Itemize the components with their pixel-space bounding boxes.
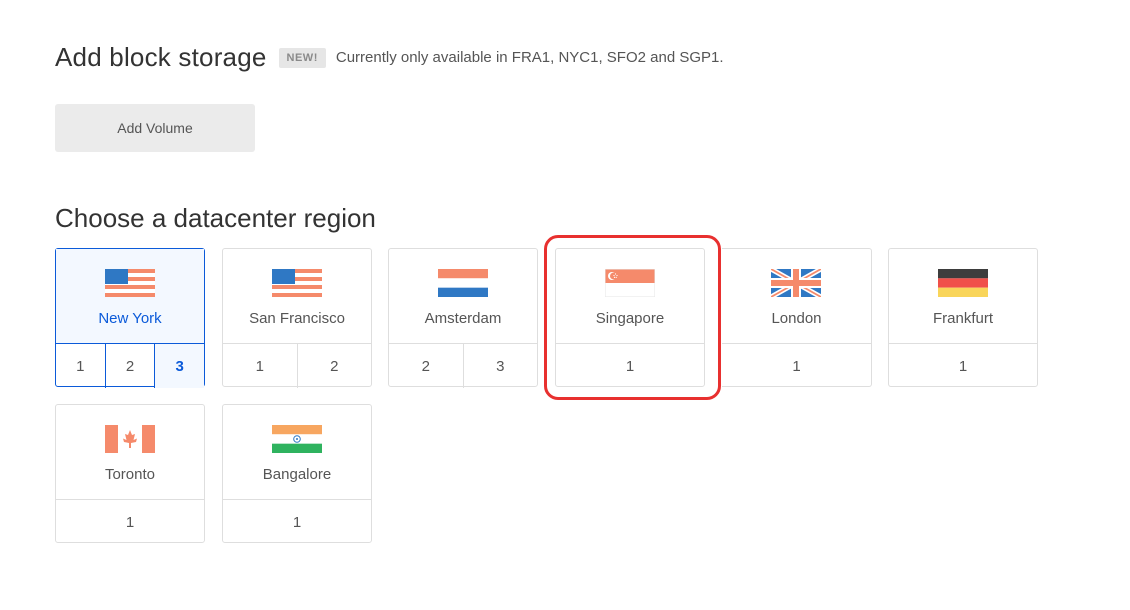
region-title: Choose a datacenter region (55, 203, 376, 233)
block-storage-title: Add block storage (55, 42, 267, 72)
datacenter-option[interactable]: 2 (389, 344, 463, 388)
region-card-top[interactable]: Amsterdam (389, 249, 537, 344)
region-card-top[interactable]: Toronto (56, 405, 204, 500)
new-badge: NEW! (278, 47, 326, 68)
datacenter-numbers: 1 (556, 344, 704, 388)
datacenter-option[interactable]: 1 (56, 500, 204, 544)
region-name: Singapore (595, 310, 665, 327)
region-card-top[interactable]: Bangalore (223, 405, 371, 500)
region-card-toronto[interactable]: Toronto 1 (55, 404, 205, 543)
datacenter-option[interactable]: 3 (462, 344, 538, 388)
netherlands-flag-icon (438, 269, 488, 297)
datacenter-option[interactable]: 1 (556, 344, 704, 388)
datacenter-numbers: 1 2 3 (56, 344, 205, 388)
datacenter-option[interactable]: 1 (56, 344, 105, 388)
region-card-top[interactable]: San Francisco (223, 249, 371, 344)
datacenter-option-selected[interactable]: 3 (154, 344, 205, 388)
region-card-bangalore[interactable]: Bangalore 1 (222, 404, 372, 543)
india-flag-icon (272, 425, 322, 453)
region-card-top[interactable]: New York (56, 249, 204, 344)
block-storage-header: Add block storage NEW! Currently only av… (55, 42, 724, 73)
region-name: San Francisco (249, 310, 345, 327)
region-name: Bangalore (262, 466, 332, 483)
canada-flag-icon (105, 425, 155, 453)
region-name: Amsterdam (424, 310, 502, 327)
region-card-top[interactable]: Frankfurt (889, 249, 1037, 344)
region-name: Toronto (104, 466, 156, 483)
region-card-san-francisco[interactable]: San Francisco 1 2 (222, 248, 372, 388)
region-card-new-york[interactable]: New York 1 2 3 (55, 248, 205, 388)
region-card-singapore[interactable]: Singapore 1 (555, 248, 705, 387)
region-name: New York (98, 310, 162, 327)
datacenter-option[interactable]: 1 (223, 344, 297, 388)
datacenter-numbers: 1 (889, 344, 1037, 388)
us-flag-icon (105, 269, 155, 297)
datacenter-numbers: 1 (722, 344, 871, 388)
datacenter-option[interactable]: 2 (104, 344, 155, 388)
region-card-top[interactable]: Singapore (556, 249, 704, 344)
datacenter-option[interactable]: 1 (889, 344, 1037, 388)
region-name: London (771, 310, 822, 327)
datacenter-numbers: 1 (56, 500, 204, 544)
datacenter-numbers: 1 2 (223, 344, 371, 388)
datacenter-numbers: 1 (223, 500, 371, 544)
region-card-london[interactable]: London 1 (722, 248, 872, 387)
region-card-amsterdam[interactable]: Amsterdam 2 3 (388, 248, 538, 388)
singapore-flag-icon (605, 269, 655, 297)
availability-note: Currently only available in FRA1, NYC1, … (335, 49, 724, 66)
datacenter-numbers: 2 3 (389, 344, 537, 388)
add-volume-button[interactable]: Add Volume (55, 104, 255, 152)
datacenter-option[interactable]: 1 (722, 344, 871, 388)
uk-flag-icon (771, 269, 821, 297)
region-card-top[interactable]: London (722, 249, 871, 344)
datacenter-option[interactable]: 1 (223, 500, 371, 544)
datacenter-option[interactable]: 2 (296, 344, 372, 388)
germany-flag-icon (938, 269, 988, 297)
us-flag-icon (272, 269, 322, 297)
region-card-frankfurt[interactable]: Frankfurt 1 (888, 248, 1038, 387)
region-name: Frankfurt (932, 310, 993, 327)
